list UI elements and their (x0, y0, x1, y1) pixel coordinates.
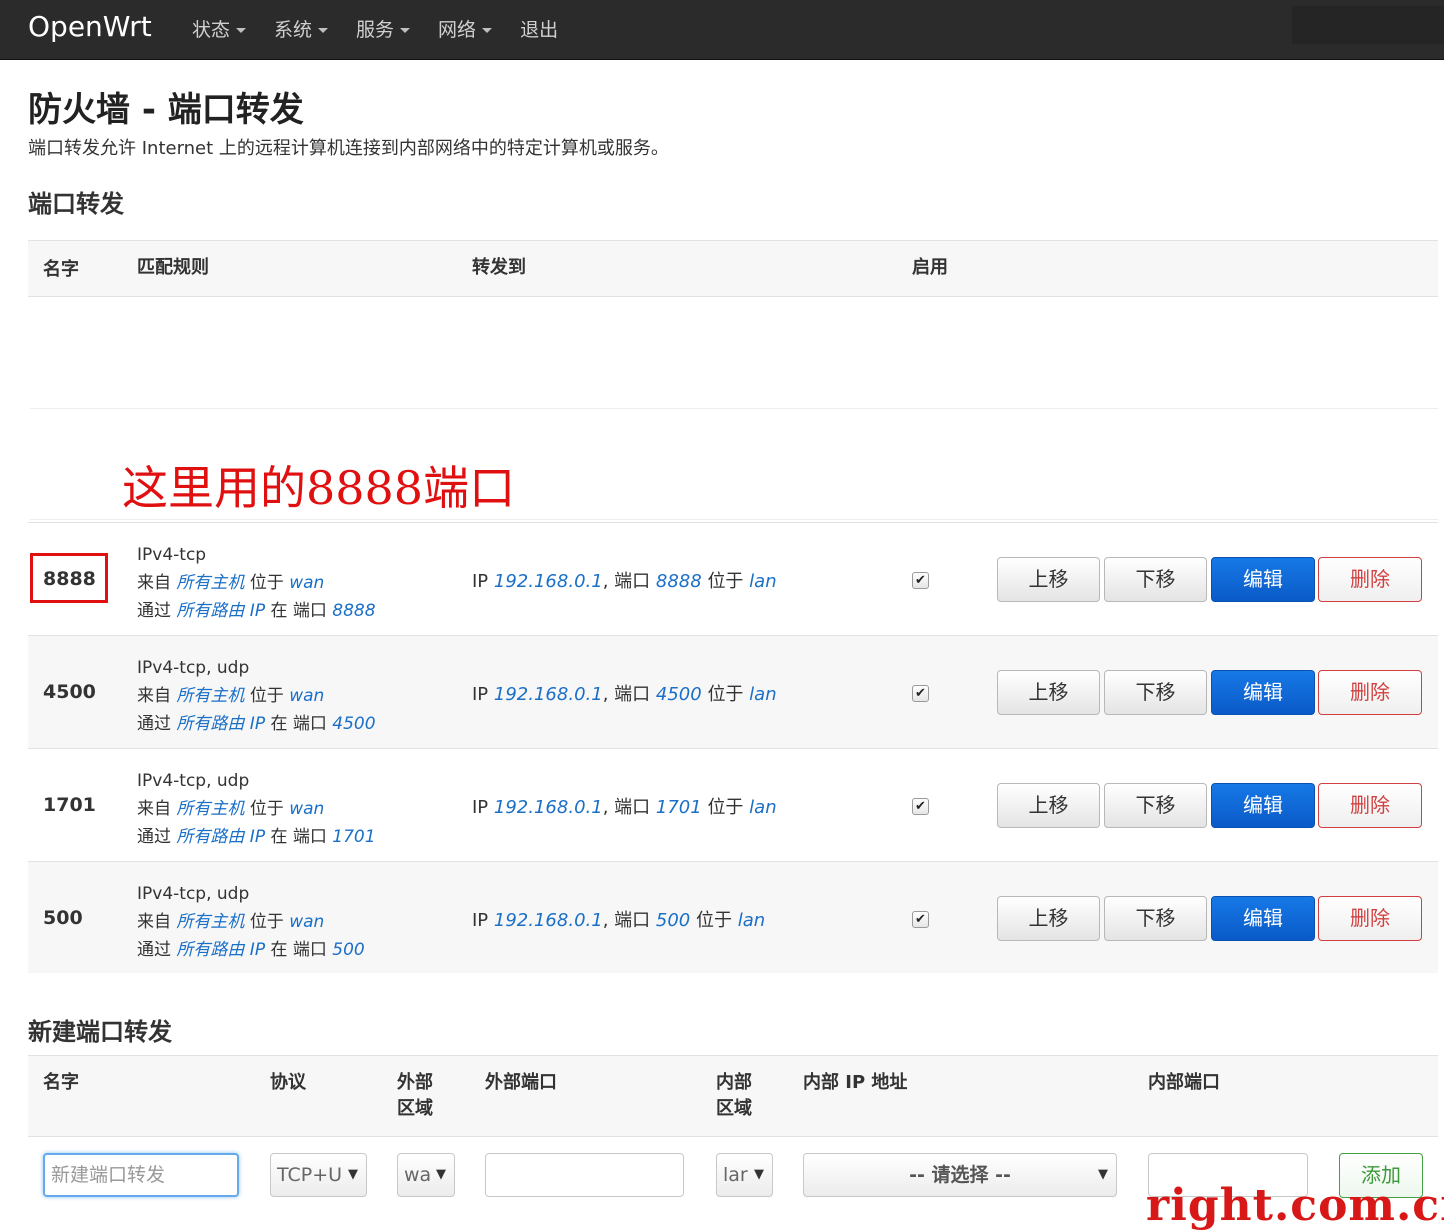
dropdown-arrow-icon: ▼ (754, 1167, 764, 1182)
source-link[interactable]: 所有主机 (176, 799, 244, 819)
zone-link[interactable]: wan (289, 912, 324, 932)
nav-status-area (1292, 6, 1444, 44)
match-rule: IPv4-tcp 来自 所有主机 位于 wan 通过 所有路由 IP 在 端口 … (137, 545, 376, 621)
move-up-button[interactable]: 上移 (997, 670, 1100, 715)
header-enabled: 启用 (912, 257, 948, 278)
rule-name: 8888 (43, 568, 96, 590)
nav-item-network[interactable]: 网络 (438, 0, 493, 60)
dropdown-arrow-icon: ▼ (1098, 1167, 1108, 1182)
source-link[interactable]: 所有主机 (176, 912, 244, 932)
zone-link[interactable]: wan (289, 573, 324, 593)
forwards-table-header: 名字 匹配规则 转发到 启用 (28, 240, 1438, 297)
port-link[interactable]: 500 (332, 940, 364, 960)
header-ext-zone: 外部 区域 (397, 1072, 433, 1119)
edit-button[interactable]: 编辑 (1211, 557, 1315, 602)
header-protocol: 协议 (270, 1072, 306, 1093)
enabled-checkbox[interactable]: ✔ (912, 798, 929, 815)
brand-logo[interactable]: OpenWrt (28, 10, 152, 43)
move-up-button[interactable]: 上移 (997, 557, 1100, 602)
section-title-forwards: 端口转发 (28, 190, 124, 218)
int-zone-select[interactable]: lar ▼ (716, 1153, 773, 1197)
header-int-zone: 内部 区域 (716, 1072, 752, 1119)
protocol-select[interactable]: TCP+U ▼ (270, 1153, 367, 1197)
move-down-button[interactable]: 下移 (1104, 896, 1207, 941)
nav-menu: 状态 系统 服务 网络 退出 (192, 0, 586, 60)
move-up-button[interactable]: 上移 (997, 783, 1100, 828)
forward-target: IP 192.168.0.1, 端口 8888 位于 lan (472, 571, 777, 592)
navbar: OpenWrt 状态 系统 服务 网络 退出 (0, 0, 1444, 60)
table-row: 8888 IPv4-tcp 来自 所有主机 位于 wan 通过 所有路由 IP … (28, 522, 1438, 635)
move-up-button[interactable]: 上移 (997, 896, 1100, 941)
header-match: 匹配规则 (137, 257, 209, 278)
rule-name: 500 (43, 907, 83, 929)
nav-item-system[interactable]: 系统 (274, 0, 329, 60)
delete-button[interactable]: 删除 (1318, 896, 1422, 941)
port-link[interactable]: 4500 (332, 714, 375, 734)
port-link[interactable]: 8888 (332, 601, 375, 621)
caret-down-icon (236, 27, 247, 33)
header-int-ip: 内部 IP 地址 (803, 1072, 908, 1093)
rule-name: 1701 (43, 794, 96, 816)
forward-target: IP 192.168.0.1, 端口 1701 位于 lan (472, 797, 777, 818)
nav-item-logout[interactable]: 退出 (520, 0, 558, 60)
table-row: 4500 IPv4-tcp, udp 来自 所有主机 位于 wan 通过 所有路… (28, 635, 1438, 748)
edit-button[interactable]: 编辑 (1211, 783, 1315, 828)
caret-down-icon (400, 27, 411, 33)
source-link[interactable]: 所有主机 (176, 573, 244, 593)
header-name: 名字 (43, 259, 79, 280)
delete-button[interactable]: 删除 (1318, 670, 1422, 715)
match-rule: IPv4-tcp, udp 来自 所有主机 位于 wan 通过 所有路由 IP … (137, 771, 376, 847)
header-int-port: 内部端口 (1148, 1072, 1220, 1093)
dropdown-arrow-icon: ▼ (348, 1167, 358, 1182)
section-title-new-forward: 新建端口转发 (28, 1018, 172, 1046)
via-link[interactable]: 所有路由 IP (176, 940, 265, 960)
watermark: right.com.cn (1146, 1180, 1444, 1231)
nav-item-services[interactable]: 服务 (356, 0, 411, 60)
move-down-button[interactable]: 下移 (1104, 783, 1207, 828)
dropdown-arrow-icon: ▼ (436, 1167, 446, 1182)
annotation-text: 这里用的8888端口 (122, 461, 516, 515)
enabled-checkbox[interactable]: ✔ (912, 685, 929, 702)
port-link[interactable]: 1701 (332, 827, 375, 847)
caret-down-icon (482, 27, 493, 33)
edit-button[interactable]: 编辑 (1211, 896, 1315, 941)
forward-target: IP 192.168.0.1, 端口 500 位于 lan (472, 910, 766, 931)
table-row: 500 IPv4-tcp, udp 来自 所有主机 位于 wan 通过 所有路由… (28, 861, 1438, 973)
zone-link[interactable]: wan (289, 686, 324, 706)
enabled-checkbox[interactable]: ✔ (912, 911, 929, 928)
header-name: 名字 (43, 1072, 79, 1093)
rule-name: 4500 (43, 681, 96, 703)
via-link[interactable]: 所有路由 IP (176, 827, 265, 847)
table-row: 1701 IPv4-tcp, udp 来自 所有主机 位于 wan 通过 所有路… (28, 748, 1438, 861)
zone-link[interactable]: wan (289, 799, 324, 819)
delete-button[interactable]: 删除 (1318, 557, 1422, 602)
match-rule: IPv4-tcp, udp 来自 所有主机 位于 wan 通过 所有路由 IP … (137, 658, 376, 734)
move-down-button[interactable]: 下移 (1104, 670, 1207, 715)
forward-target: IP 192.168.0.1, 端口 4500 位于 lan (472, 684, 777, 705)
move-down-button[interactable]: 下移 (1104, 557, 1207, 602)
ext-port-input[interactable] (485, 1153, 684, 1197)
enabled-checkbox[interactable]: ✔ (912, 572, 929, 589)
nav-item-status[interactable]: 状态 (192, 0, 247, 60)
caret-down-icon (318, 27, 329, 33)
source-link[interactable]: 所有主机 (176, 686, 244, 706)
int-ip-select[interactable]: -- 请选择 -- ▼ (803, 1153, 1117, 1197)
ext-zone-select[interactable]: wa ▼ (397, 1153, 455, 1197)
page-title: 防火墙 - 端口转发 (28, 90, 304, 130)
edit-button[interactable]: 编辑 (1211, 670, 1315, 715)
via-link[interactable]: 所有路由 IP (176, 714, 265, 734)
new-forward-name-input[interactable] (43, 1153, 239, 1197)
new-forward-table-header: 名字 协议 外部 区域 外部端口 内部 区域 内部 IP 地址 内部端口 (28, 1055, 1438, 1137)
header-ext-port: 外部端口 (485, 1072, 557, 1093)
header-forward-to: 转发到 (472, 257, 526, 278)
delete-button[interactable]: 删除 (1318, 783, 1422, 828)
via-link[interactable]: 所有路由 IP (176, 601, 265, 621)
match-rule: IPv4-tcp, udp 来自 所有主机 位于 wan 通过 所有路由 IP … (137, 884, 365, 960)
page-description: 端口转发允许 Internet 上的远程计算机连接到内部网络中的特定计算机或服务… (28, 138, 669, 159)
